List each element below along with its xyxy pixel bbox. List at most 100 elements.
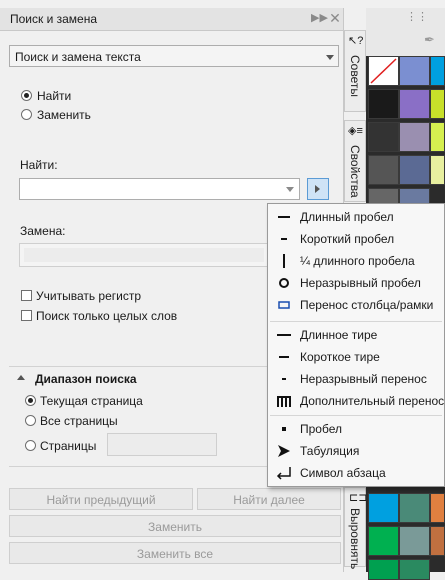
menu-item-nonbreaking-hyphen[interactable]: Неразрывный перенос — [268, 368, 445, 390]
collapse-docker-icon[interactable]: ▶▶ — [311, 11, 328, 25]
color-swatch[interactable] — [368, 493, 399, 523]
menu-item-paragraph-return[interactable]: Символ абзаца — [268, 462, 445, 484]
find-previous-button[interactable]: Найти предыдущий — [9, 488, 193, 510]
scope-all-label: Все страницы — [40, 414, 118, 428]
replace-label: Замена: — [20, 224, 66, 238]
color-swatch[interactable] — [430, 56, 445, 86]
color-swatch[interactable] — [430, 493, 445, 523]
scope-pages-label: Страницы — [40, 439, 97, 453]
no-color-swatch[interactable] — [368, 56, 399, 86]
color-swatch[interactable] — [399, 89, 430, 119]
menu-item-em-dash[interactable]: Длинное тире — [268, 324, 445, 346]
color-swatch[interactable] — [399, 122, 430, 152]
nonbreaking-space-icon — [275, 274, 293, 292]
tab-properties[interactable]: ◈≡ Свойства — [344, 120, 366, 202]
menu-item-column-frame-break[interactable]: Перенос столбца/рамки — [268, 294, 445, 316]
em-dash-icon — [275, 326, 293, 344]
special-characters-button[interactable] — [307, 178, 329, 200]
menu-item-tab[interactable]: Табуляция — [268, 440, 445, 462]
color-swatch[interactable] — [399, 559, 430, 580]
menu-separator — [270, 415, 442, 416]
chevron-down-icon — [326, 55, 334, 60]
menu-item-quarter-em-space[interactable]: ¼ длинного пробела — [268, 250, 445, 272]
color-swatch[interactable] — [430, 122, 445, 152]
whole-words-checkbox[interactable] — [21, 310, 32, 321]
pages-input[interactable] — [107, 433, 217, 456]
mode-select-value: Поиск и замена текста — [15, 50, 141, 64]
special-characters-menu: Длинный пробел Короткий пробел ¼ длинног… — [267, 203, 445, 487]
menu-item-label: Дополнительный перенос — [300, 394, 445, 408]
find-radio-label: Найти — [37, 89, 72, 103]
color-swatch[interactable] — [430, 155, 445, 185]
tab-icon — [275, 442, 293, 460]
match-case-label: Учитывать регистр — [36, 289, 142, 303]
eyedropper-icon[interactable]: ✒ — [424, 32, 435, 48]
scope-current-radio[interactable] — [25, 395, 36, 406]
color-swatch[interactable] — [399, 526, 430, 556]
chevron-down-icon[interactable] — [286, 187, 294, 192]
whole-words-label: Поиск только целых слов — [36, 309, 178, 323]
color-swatch[interactable] — [399, 56, 430, 86]
menu-item-label: Длинный пробел — [300, 210, 394, 224]
quarter-em-space-icon — [275, 252, 293, 270]
find-input[interactable] — [19, 178, 300, 200]
paragraph-return-icon — [275, 464, 293, 482]
color-swatch[interactable] — [368, 559, 399, 580]
close-icon[interactable]: ✕ — [328, 11, 342, 25]
find-next-button[interactable]: Найти далее — [197, 488, 341, 510]
color-swatch[interactable] — [368, 526, 399, 556]
menu-separator — [270, 321, 442, 322]
optional-hyphen-icon — [275, 392, 293, 410]
color-swatch[interactable] — [368, 122, 399, 152]
menu-item-label: Пробел — [300, 422, 342, 436]
replace-button[interactable]: Заменить — [9, 515, 341, 537]
tab-align[interactable]: ⊏⊐ Выровнять — [344, 487, 368, 570]
color-swatch[interactable] — [430, 89, 445, 119]
mode-select[interactable]: Поиск и замена текста — [9, 45, 339, 67]
collapse-section-icon[interactable] — [17, 375, 25, 380]
menu-item-label: Короткий пробел — [300, 232, 395, 246]
column-frame-break-icon — [275, 296, 293, 314]
color-swatch[interactable] — [368, 89, 399, 119]
docker-title: Поиск и замена — [10, 12, 98, 26]
tab-align-label: Выровнять — [348, 508, 362, 570]
nonbreaking-hyphen-icon — [275, 370, 293, 388]
menu-item-nonbreaking-space[interactable]: Неразрывный пробел — [268, 272, 445, 294]
color-swatch[interactable] — [399, 493, 430, 523]
tab-hints[interactable]: ↖? Советы — [344, 30, 366, 112]
menu-item-label: Неразрывный пробел — [300, 276, 421, 290]
align-icon: ⊏⊐ — [349, 492, 368, 504]
grip-icon: ⋮⋮ — [406, 11, 428, 23]
menu-item-label: Короткое тире — [300, 350, 380, 364]
menu-item-space[interactable]: Пробел — [268, 418, 445, 440]
find-label: Найти: — [20, 158, 58, 172]
scope-all-radio[interactable] — [25, 415, 36, 426]
docker-titlebar: Поиск и замена ▶▶ ✕ — [0, 8, 343, 31]
tab-hints-label: Советы — [348, 55, 362, 97]
color-swatch[interactable] — [430, 526, 445, 556]
menu-item-en-space[interactable]: Короткий пробел — [268, 228, 445, 250]
menu-item-em-space[interactable]: Длинный пробел — [268, 206, 445, 228]
menu-item-en-dash[interactable]: Короткое тире — [268, 346, 445, 368]
palette-header: ⋮⋮ — [366, 8, 445, 24]
replace-all-button[interactable]: Заменить все — [9, 542, 341, 564]
scope-pages-radio[interactable] — [25, 440, 36, 451]
menu-item-label: Табуляция — [300, 444, 360, 458]
color-swatch[interactable] — [399, 155, 430, 185]
en-dash-icon — [275, 348, 293, 366]
menu-item-optional-hyphen[interactable]: Дополнительный перенос — [268, 390, 445, 412]
replace-input[interactable] — [19, 243, 269, 267]
find-radio[interactable] — [21, 90, 32, 101]
em-space-icon — [275, 208, 293, 226]
menu-item-label: Длинное тире — [300, 328, 378, 342]
menu-item-label: Неразрывный перенос — [300, 372, 427, 386]
match-case-checkbox[interactable] — [21, 290, 32, 301]
scope-current-label: Текущая страница — [40, 394, 143, 408]
en-space-icon — [275, 230, 293, 248]
color-swatch[interactable] — [368, 155, 399, 185]
replace-radio[interactable] — [21, 109, 32, 120]
palette-tools: ✒ — [366, 24, 445, 56]
menu-item-label: Символ абзаца — [300, 466, 386, 480]
replace-input-field — [24, 248, 264, 262]
menu-item-label: ¼ длинного пробела — [300, 254, 415, 268]
